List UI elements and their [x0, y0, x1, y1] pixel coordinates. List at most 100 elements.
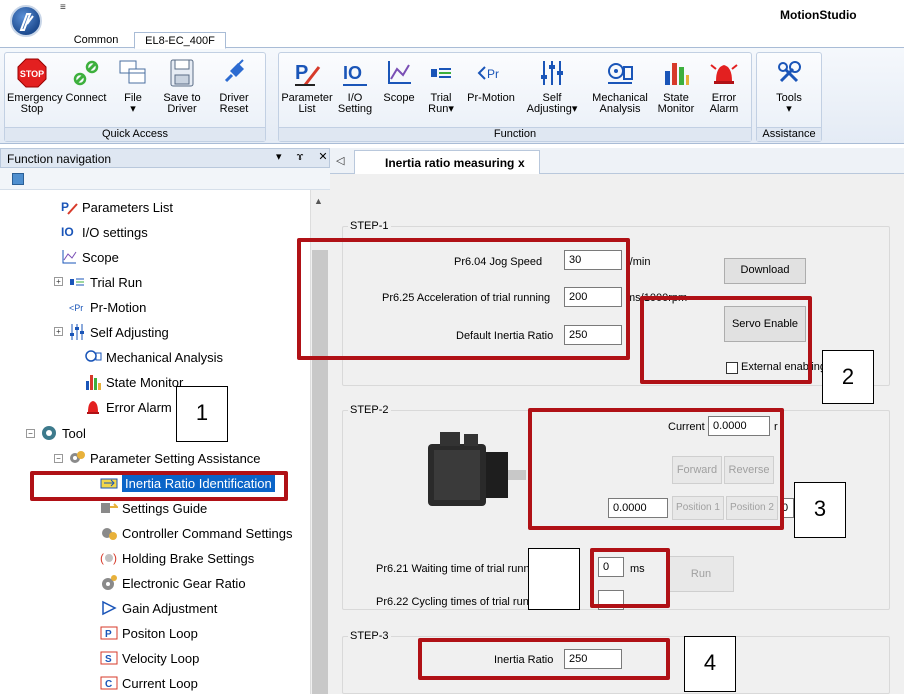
tree-item-holding-brake-settings[interactable]: () Holding Brake Settings: [100, 547, 254, 569]
tree-item-trial-run[interactable]: Trial Run: [68, 271, 142, 293]
pr-motion-icon: <Pr: [68, 298, 86, 316]
callout-1: 1: [176, 386, 228, 442]
state-monitor-icon: [660, 57, 692, 89]
position-loop-icon: P: [100, 624, 118, 642]
pr-motion-button[interactable]: Pr Pr-Motion: [463, 57, 519, 104]
state-label-2: Monitor: [657, 103, 695, 115]
cycling-times-label: Pr6.22 Cycling times of trial running: [376, 596, 550, 608]
current-loop-icon: C: [100, 674, 118, 692]
tree-item-tool[interactable]: Tool: [40, 422, 86, 444]
tree-item-pr-motion[interactable]: <Pr Pr-Motion: [68, 296, 146, 318]
tools-dropdown-icon: ▾: [786, 103, 792, 115]
callout-2: 2: [822, 350, 874, 404]
quick-access-label: Quick Access: [5, 127, 265, 141]
function-group: P Parameter List IO I/O Setting Scope Tr…: [278, 52, 752, 142]
connect-button[interactable]: Connect: [61, 57, 111, 104]
expand-self-adjusting[interactable]: +: [54, 327, 63, 336]
tree-label: Holding Brake Settings: [122, 550, 255, 566]
brake-icon: (): [100, 549, 118, 567]
parameter-list-button[interactable]: P Parameter List: [281, 57, 333, 115]
tree-label: Error Alarm: [106, 399, 172, 415]
tree-item-position-loop[interactable]: P Positon Loop: [100, 622, 198, 644]
tree-item-parameters-list[interactable]: P Parameters List: [60, 196, 173, 218]
expand-trial-run[interactable]: +: [54, 277, 63, 286]
pane-controls[interactable]: ▾ ɤ ✕: [276, 150, 334, 163]
run-button[interactable]: Run: [668, 556, 734, 592]
tree-item-error-alarm[interactable]: Error Alarm: [84, 396, 172, 418]
self-adjusting-icon: [536, 57, 568, 89]
mechanical-analysis-button[interactable]: Mechanical Analysis: [589, 57, 651, 115]
driver-reset-button[interactable]: Driver Reset: [209, 57, 259, 115]
floppy-disk-icon: [166, 57, 198, 89]
tree-item-io-settings[interactable]: IO I/O settings: [60, 221, 148, 243]
step1-title: STEP-1: [348, 220, 391, 232]
scope-button[interactable]: Scope: [379, 57, 419, 104]
self-adjusting-button[interactable]: Self Adjusting▾: [521, 57, 583, 115]
svg-text:IO: IO: [343, 63, 362, 83]
servo-motor-image: [420, 426, 530, 526]
highlight-waiting-cycling: [590, 548, 670, 608]
doc-tab-label: Inertia ratio measuring: [385, 156, 515, 170]
scope-icon: [383, 57, 415, 89]
trial-label-2: Run▾: [428, 103, 454, 115]
callout-3: 3: [794, 482, 846, 538]
state-monitor-button[interactable]: State Monitor: [653, 57, 699, 115]
highlight-position-controls: [528, 408, 784, 530]
download-button[interactable]: Download: [724, 258, 806, 284]
tree-item-current-loop[interactable]: C Current Loop: [100, 672, 198, 694]
tree-item-parameter-setting-assistance[interactable]: Parameter Setting Assistance: [68, 447, 261, 469]
svg-text:P: P: [105, 629, 112, 640]
svg-text:S: S: [105, 654, 112, 665]
svg-text:IO: IO: [61, 225, 74, 239]
collapse-tool[interactable]: −: [26, 429, 35, 438]
tool-gear-icon: [40, 424, 58, 442]
callout-4: 4: [684, 636, 736, 692]
connect-label: Connect: [65, 92, 107, 104]
tree-item-controller-command-settings[interactable]: Controller Command Settings: [100, 522, 293, 544]
tree-item-gain-adjustment[interactable]: Gain Adjustment: [100, 597, 217, 619]
tree-item-self-adjusting[interactable]: Self Adjusting: [68, 321, 169, 343]
trial-run-button[interactable]: Trial Run▾: [421, 57, 461, 115]
io-label-2: Setting: [337, 103, 373, 115]
alarm-bell-icon: [84, 398, 102, 416]
close-tab-icon[interactable]: x: [518, 156, 525, 170]
svg-text:C: C: [105, 679, 112, 690]
svg-text:P: P: [61, 200, 69, 214]
file-button[interactable]: File ▾: [113, 57, 153, 115]
io-icon: IO: [339, 57, 371, 89]
tree-item-velocity-loop[interactable]: S Velocity Loop: [100, 647, 199, 669]
emergency-label-2: Stop: [20, 103, 44, 115]
error-alarm-button[interactable]: Error Alarm: [701, 57, 747, 115]
save-to-driver-button[interactable]: Save to Driver: [157, 57, 207, 115]
tab-el8-ec-400f[interactable]: EL8-EC_400F: [134, 32, 226, 49]
plug-icon: [218, 57, 250, 89]
svg-text:): ): [113, 551, 117, 565]
tree-item-state-monitor[interactable]: State Monitor: [84, 371, 183, 393]
trial-run-icon: [425, 57, 457, 89]
tree-item-electronic-gear-ratio[interactable]: Electronic Gear Ratio: [100, 572, 246, 594]
step2-title: STEP-2: [348, 404, 391, 416]
tab-scroll-left-icon[interactable]: ◁: [336, 154, 344, 167]
tab-inertia-ratio-measuring[interactable]: Inertia ratio measuring: [354, 150, 540, 175]
state-monitor-icon: [84, 373, 102, 391]
tab-common[interactable]: Common: [64, 32, 128, 49]
io-icon: IO: [60, 223, 78, 241]
app-logo-icon[interactable]: [10, 5, 42, 37]
emergency-stop-button[interactable]: STOP Emergency Stop: [7, 57, 63, 115]
prmotion-label: Pr-Motion: [467, 92, 515, 104]
io-setting-button[interactable]: IO I/O Setting: [335, 57, 375, 115]
scroll-up-icon[interactable]: ▲: [314, 196, 323, 206]
tools-button[interactable]: Tools ▾: [765, 57, 813, 115]
tree-item-scope[interactable]: Scope: [60, 246, 119, 268]
mechanical-analysis-icon: [604, 57, 636, 89]
svg-text:P: P: [295, 62, 308, 84]
highlight-inertia-ratio-identification: [30, 471, 288, 501]
nav-toolbar-icon[interactable]: [12, 173, 24, 185]
nav-toolbar: [0, 168, 330, 190]
quick-access-menu-icon[interactable]: ≡: [60, 2, 66, 13]
gears-icon: [68, 449, 86, 467]
gears-icon: [100, 524, 118, 542]
tree-item-mechanical-analysis[interactable]: Mechanical Analysis: [84, 346, 223, 368]
collapse-parameter-setting-assistance[interactable]: −: [54, 454, 63, 463]
function-label: Function: [279, 127, 751, 141]
